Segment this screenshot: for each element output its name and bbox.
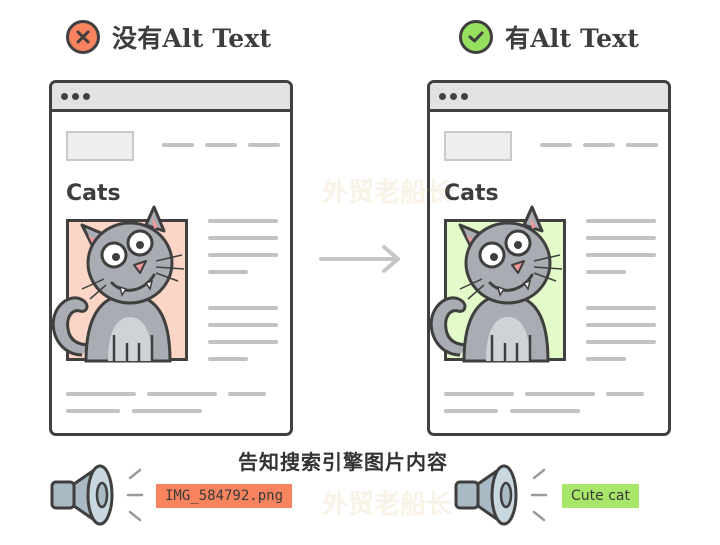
text-placeholder xyxy=(66,392,136,396)
text-placeholder xyxy=(606,392,644,396)
right-heading: 有Alt Text xyxy=(459,19,639,55)
text-placeholder xyxy=(586,323,656,327)
text-placeholder xyxy=(444,409,498,413)
alt-text-label-present: Cute cat xyxy=(562,484,639,508)
text-placeholder xyxy=(208,357,248,361)
cat-illustration xyxy=(51,205,185,363)
speaker-icon xyxy=(454,464,548,526)
text-placeholder xyxy=(586,306,656,310)
text-placeholder xyxy=(208,253,278,257)
text-placeholder xyxy=(208,236,278,240)
window-dot xyxy=(450,92,457,100)
nav-placeholder xyxy=(205,143,237,147)
watermark: 外贸老船长 xyxy=(322,178,453,208)
text-placeholder xyxy=(208,219,278,223)
text-placeholder xyxy=(586,270,626,274)
arrow-right-icon xyxy=(319,245,400,273)
text-placeholder xyxy=(132,409,202,413)
watermark: 外贸老船长 xyxy=(322,490,453,520)
text-placeholder xyxy=(208,270,248,274)
cat-illustration xyxy=(429,205,563,363)
text-placeholder xyxy=(586,253,656,257)
text-placeholder xyxy=(147,392,217,396)
window-dot xyxy=(461,92,468,100)
alt-text-label-missing: IMG_584792.png xyxy=(156,484,293,508)
page-heading: Cats xyxy=(444,181,499,206)
text-placeholder xyxy=(586,357,626,361)
text-placeholder xyxy=(586,340,656,344)
text-placeholder xyxy=(228,392,266,396)
nav-placeholder xyxy=(626,143,658,147)
nav-placeholder xyxy=(583,143,615,147)
text-placeholder xyxy=(66,409,120,413)
text-placeholder xyxy=(586,219,656,223)
browser-title-bar xyxy=(430,83,668,112)
text-placeholder xyxy=(208,323,278,327)
text-placeholder xyxy=(208,340,278,344)
nav-placeholder xyxy=(540,143,572,147)
logo-placeholder xyxy=(444,131,512,161)
window-dot xyxy=(72,92,79,100)
nav-placeholder xyxy=(248,143,280,147)
text-placeholder xyxy=(525,392,595,396)
logo-placeholder xyxy=(66,131,134,161)
caption: 告知搜索引擎图片内容 xyxy=(238,450,448,474)
window-dot xyxy=(83,92,90,100)
speaker-icon xyxy=(50,464,144,526)
window-dot xyxy=(61,92,68,100)
left-heading-text: 没有Alt Text xyxy=(112,24,272,53)
text-placeholder xyxy=(444,392,514,396)
nav-placeholder xyxy=(162,143,194,147)
text-placeholder xyxy=(208,306,278,310)
left-browser-window: Cats xyxy=(49,80,293,436)
left-heading: 没有Alt Text xyxy=(66,19,271,55)
window-dot xyxy=(439,92,446,100)
page-heading: Cats xyxy=(66,181,121,206)
text-placeholder xyxy=(586,236,656,240)
right-heading-text: 有Alt Text xyxy=(505,24,640,53)
right-browser-window: Cats xyxy=(427,80,671,436)
text-placeholder xyxy=(510,409,580,413)
browser-title-bar xyxy=(52,83,290,112)
check-circle-icon xyxy=(459,20,493,54)
x-circle-icon xyxy=(66,20,100,54)
